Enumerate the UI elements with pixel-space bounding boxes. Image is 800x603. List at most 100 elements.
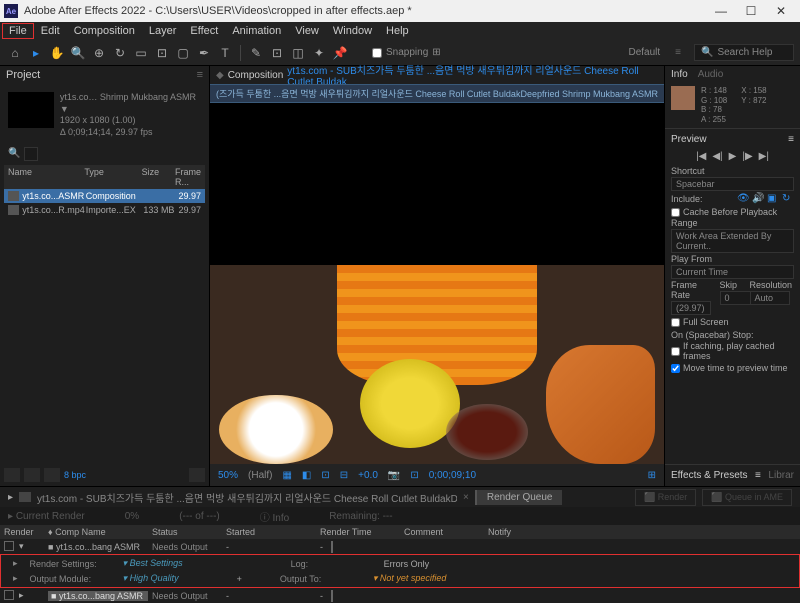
render-settings-value[interactable]: ▾ Best Settings (123, 558, 183, 569)
workspace-selector[interactable]: Default (628, 47, 660, 58)
pen-tool-icon[interactable]: ✒ (195, 44, 213, 62)
include-loop-icon[interactable]: ↻ (782, 193, 794, 205)
clone-tool-icon[interactable]: ⊡ (268, 44, 286, 62)
comp-icon[interactable] (44, 468, 60, 482)
maximize-button[interactable]: ☐ (736, 0, 766, 22)
eraser-tool-icon[interactable]: ◫ (289, 44, 307, 62)
render-queue-item[interactable]: ▾ ■ yt1s.co...bang ASMRNeeds Output-- (0, 539, 800, 554)
menu-composition[interactable]: Composition (67, 23, 142, 39)
exposure-value[interactable]: +0.0 (358, 470, 378, 481)
effects-menu-icon[interactable]: ≡ (755, 470, 761, 481)
render-button[interactable]: ⬛ Render (635, 489, 696, 506)
menu-view[interactable]: View (288, 23, 326, 39)
shape-tool-icon[interactable]: ▢ (174, 44, 192, 62)
viewer-mask-icon[interactable]: ◧ (302, 470, 311, 481)
play-icon[interactable]: ▶ (729, 151, 737, 162)
interpret-icon[interactable] (4, 468, 20, 482)
cache-checkbox[interactable] (671, 208, 680, 217)
project-tab[interactable]: Project (6, 69, 40, 81)
roto-tool-icon[interactable]: ✦ (310, 44, 328, 62)
snapping-toggle[interactable]: Snapping ⊞ (372, 47, 441, 58)
rotate-tool-icon[interactable]: ↻ (111, 44, 129, 62)
project-search-icon[interactable]: 🔍 (8, 148, 20, 159)
current-time[interactable]: 0;00;09;10 (429, 470, 476, 481)
viewer-grid-icon[interactable]: ▦ (282, 470, 291, 481)
zoom-tool-icon[interactable]: 🔍 (69, 44, 87, 62)
notify-checkbox[interactable] (331, 590, 333, 602)
expand-om-icon[interactable]: ▸ (13, 573, 18, 584)
timeline-tab[interactable]: yt1s.com - SUB치즈가득 두툼한 ...음면 먹방 새우튀김까지 리… (37, 490, 457, 505)
search-help[interactable]: 🔍 Search Help (694, 44, 794, 61)
log-value[interactable]: Errors Only (384, 559, 430, 569)
effects-tab[interactable]: Effects & Presets (671, 470, 748, 481)
home-icon[interactable]: ⌂ (6, 44, 24, 62)
expand-icon[interactable]: ▸ (19, 590, 24, 601)
libraries-tab[interactable]: Librar (768, 470, 794, 481)
current-render-toggle[interactable]: ▸ Current Render (8, 511, 85, 522)
puppet-tool-icon[interactable]: 📌 (331, 44, 349, 62)
menu-window[interactable]: Window (326, 23, 379, 39)
include-video-icon[interactable]: 👁 (737, 193, 749, 205)
menu-layer[interactable]: Layer (142, 23, 184, 39)
brush-tool-icon[interactable]: ✎ (247, 44, 265, 62)
audio-tab[interactable]: Audio (698, 69, 724, 80)
hand-tool-icon[interactable]: ✋ (48, 44, 66, 62)
selection-tool-icon[interactable]: ▸ (27, 44, 45, 62)
project-item[interactable]: yt1s.co...R.mp4Importe...EX133 MB29.97 (4, 203, 205, 217)
add-output-icon[interactable]: + (237, 574, 242, 584)
menu-edit[interactable]: Edit (34, 23, 67, 39)
viewer-snapshot-icon[interactable]: 📷 (388, 470, 400, 481)
resolution-input[interactable]: Auto (750, 291, 790, 305)
queue-ame-button[interactable]: ⬛ Queue in AME (702, 489, 792, 506)
expand-icon[interactable]: ▾ (19, 541, 24, 552)
text-tool-icon[interactable]: T (216, 44, 234, 62)
first-frame-icon[interactable]: |◀ (696, 151, 706, 162)
project-search-input[interactable] (24, 147, 38, 161)
timeline-toggle-icon[interactable]: ▸ (8, 492, 13, 503)
render-checkbox[interactable] (4, 590, 14, 600)
include-audio-icon[interactable]: 🔊 (752, 193, 764, 205)
folder-icon[interactable] (24, 468, 40, 482)
output-module-value[interactable]: ▾ High Quality (123, 573, 179, 584)
expand-rs-icon[interactable]: ▸ (13, 558, 18, 569)
last-frame-icon[interactable]: ▶| (759, 151, 769, 162)
camera-tool-icon[interactable]: ▭ (132, 44, 150, 62)
viewer-channel-icon[interactable]: ⊡ (321, 470, 329, 481)
project-item[interactable]: yt1s.co...ASMRComposition29.97 (4, 189, 205, 203)
notify-checkbox[interactable] (331, 541, 333, 553)
prev-frame-icon[interactable]: ◀| (712, 151, 722, 162)
resolution-dropdown[interactable]: (Half) (248, 470, 272, 481)
close-button[interactable]: ✕ (766, 0, 796, 22)
marker-icon[interactable]: ◆ (216, 70, 224, 81)
menu-file[interactable]: File (2, 23, 34, 39)
viewer-3d-icon[interactable]: ⊞ (648, 470, 656, 481)
output-to-value[interactable]: ▾ Not yet specified (373, 573, 447, 584)
range-dropdown[interactable]: Work Area Extended By Current.. (671, 229, 794, 253)
info-tab[interactable]: Info (671, 69, 688, 80)
next-frame-icon[interactable]: |▶ (742, 151, 752, 162)
fullscreen-checkbox[interactable] (671, 318, 680, 327)
pan-behind-tool-icon[interactable]: ⊡ (153, 44, 171, 62)
composition-viewer[interactable] (210, 103, 664, 464)
minimize-button[interactable]: — (706, 0, 736, 22)
framerate-input[interactable]: (29.97) (671, 301, 711, 315)
render-queue-item[interactable]: ▸ ■ yt1s.co...bang ASMRNeeds Output-- (0, 588, 800, 603)
delete-icon[interactable] (189, 468, 205, 482)
menu-help[interactable]: Help (379, 23, 416, 39)
render-queue-tab[interactable]: Render Queue (475, 490, 563, 505)
snapping-options-icon[interactable]: ⊞ (432, 47, 440, 58)
viewer-transparency-icon[interactable]: ⊟ (340, 470, 348, 481)
bpc-toggle[interactable]: 8 bpc (64, 470, 86, 480)
menu-animation[interactable]: Animation (225, 23, 288, 39)
shortcut-dropdown[interactable]: Spacebar (671, 177, 794, 191)
playfrom-dropdown[interactable]: Current Time (671, 265, 794, 279)
panel-menu-icon[interactable]: ≡ (197, 69, 203, 81)
menu-effect[interactable]: Effect (183, 23, 225, 39)
move-time-checkbox[interactable] (671, 364, 680, 373)
snapping-checkbox[interactable] (372, 48, 382, 58)
workspace-menu-icon[interactable]: ≡ (675, 47, 681, 58)
viewer-region-icon[interactable]: ⊡ (410, 470, 418, 481)
cache-frames-checkbox[interactable] (671, 347, 680, 356)
include-overlay-icon[interactable]: ▣ (767, 193, 779, 205)
render-checkbox[interactable] (4, 541, 14, 551)
